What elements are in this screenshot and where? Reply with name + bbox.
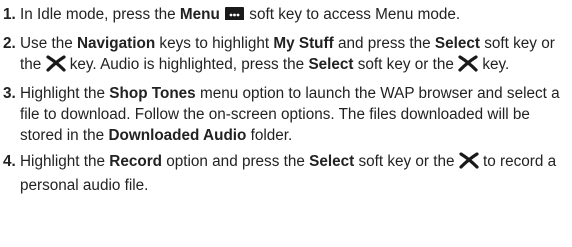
- bold-term: Downloaded Audio: [108, 127, 247, 144]
- step-text: In Idle mode, press the: [20, 6, 180, 23]
- select-key-icon: [45, 55, 66, 78]
- step-text: soft key or the: [354, 153, 459, 170]
- bold-term: Menu: [179, 6, 220, 23]
- instruction-steps: 1. In Idle mode, press the Menu soft key …: [0, 0, 572, 196]
- step-text: key.: [478, 56, 510, 73]
- step-text: Highlight the: [20, 153, 110, 170]
- step-number: 2.: [3, 35, 16, 52]
- step-3: 3. Highlight the Shop Tones menu option t…: [3, 83, 572, 146]
- bold-term: My Stuff: [273, 35, 334, 52]
- step-text: Highlight the: [20, 85, 110, 102]
- step-text: and press the: [333, 35, 435, 52]
- step-4: 4. Highlight the Record option and press …: [3, 151, 572, 196]
- step-text: Use the: [20, 35, 77, 52]
- step-text: soft key or the: [353, 56, 459, 73]
- step-number: 4.: [3, 153, 16, 170]
- bold-term: Select: [308, 56, 354, 73]
- step-text: option and press the: [162, 153, 310, 170]
- step-2: 2. Use the Navigation keys to highlight M…: [3, 33, 572, 78]
- menu-softkey-icon: [224, 6, 245, 28]
- bold-term: Select: [434, 35, 480, 52]
- step-number: 1.: [3, 6, 16, 23]
- step-text: soft key to access Menu mode.: [245, 6, 461, 23]
- select-key-icon: [458, 55, 478, 78]
- step-number: 3.: [3, 85, 16, 102]
- bold-term: Navigation: [76, 35, 156, 52]
- select-key-icon: [459, 152, 479, 175]
- step-text: keys to highlight: [155, 35, 274, 52]
- step-text: key. Audio is highlighted, press the: [65, 56, 309, 73]
- bold-term: Shop Tones: [109, 85, 196, 102]
- bold-term: Record: [109, 153, 162, 170]
- bold-term: Select: [309, 153, 355, 170]
- step-text: folder.: [246, 127, 293, 144]
- step-1: 1. In Idle mode, press the Menu soft key …: [3, 4, 572, 28]
